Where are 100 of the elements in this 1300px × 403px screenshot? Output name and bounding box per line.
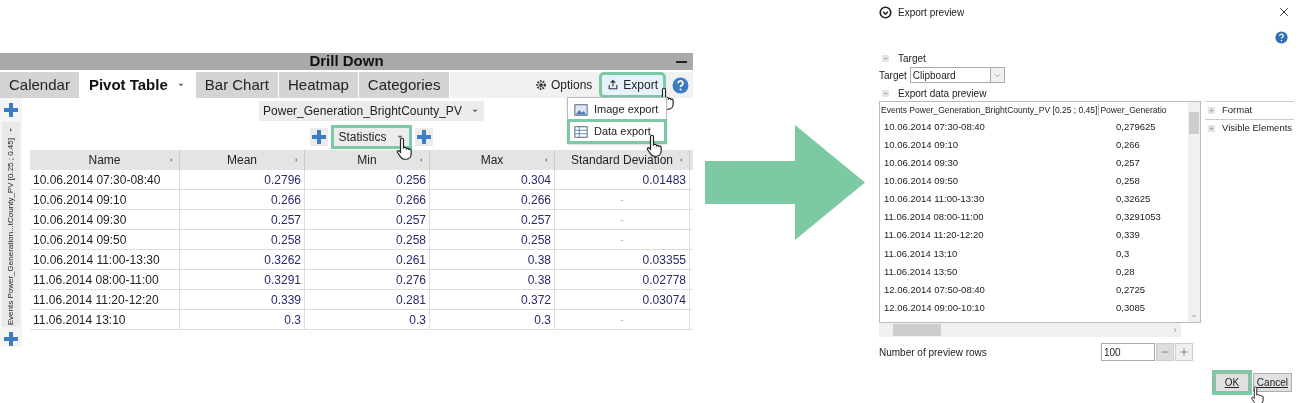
column-header[interactable]: Mean	[180, 150, 305, 170]
table-cell: 0.38	[430, 250, 555, 269]
circle-chevron-icon	[879, 5, 892, 19]
table-cell: 11.06.2014 08:00-11:00	[30, 270, 180, 289]
list-cell: 0,2725	[1116, 282, 1146, 297]
expand-icon	[1207, 106, 1216, 115]
table-cell: 0.304	[430, 170, 555, 189]
table-cell: 0.02778	[555, 270, 690, 289]
field-label: Number of preview rows	[879, 345, 987, 360]
plus-icon	[415, 129, 432, 145]
row-axis-label: Events Power_Generation...tCounty_PV [0.25 ; 0.45]	[7, 138, 15, 326]
decrement-button[interactable]	[1156, 343, 1174, 361]
expand-icon	[1207, 124, 1216, 133]
table-cell: 0.3291	[180, 270, 305, 289]
table-cell: 0.03074	[555, 290, 690, 309]
field-label: Target	[879, 68, 907, 83]
collapse-icon	[881, 53, 890, 63]
table-cell: 0.281	[305, 290, 430, 309]
section-header[interactable]: Visible Elements	[1205, 119, 1294, 137]
horizontal-scrollbar[interactable]	[879, 323, 1181, 337]
target-dropdown[interactable]: Clipboard	[909, 67, 1005, 83]
caret-icon	[7, 126, 15, 134]
collapse-icon	[881, 88, 890, 98]
list-cell-text: 0,279625	[1116, 119, 1156, 134]
table-cell: 0.339	[180, 290, 305, 309]
list-cell-text: 11.06.2014 13:10	[884, 246, 959, 261]
ok-button[interactable]: OK	[1214, 373, 1249, 392]
list-cell: 0,258	[1116, 174, 1140, 189]
plus-icon	[311, 129, 328, 145]
arrow-icon	[705, 125, 865, 240]
list-cell: 0,28	[1116, 264, 1135, 279]
plus-icon	[1179, 347, 1189, 357]
list-cell: 0,3291053	[1116, 210, 1161, 225]
list-cell-text: 12.06.2014 09:00-10:10	[884, 300, 986, 315]
table-cell: 0.01483	[555, 170, 690, 189]
share-icon	[607, 79, 620, 91]
plus-icon	[3, 331, 19, 348]
table-cell: 0.257	[305, 210, 430, 229]
section-header[interactable]: Format	[1205, 101, 1294, 119]
section-header[interactable]: Target	[898, 50, 926, 66]
list-cell-text: 10.06.2014 09:30	[884, 156, 959, 171]
table-cell: 0.3262	[180, 250, 305, 269]
list-cell-text: 10.06.2014 07:30-08:40	[884, 119, 986, 134]
table-cell: 10.06.2014 09:30	[30, 210, 180, 229]
cancel-button[interactable]: Cancel	[1252, 373, 1292, 392]
add-button[interactable]	[414, 128, 433, 146]
help-icon	[1275, 30, 1288, 44]
gear-icon	[534, 79, 547, 91]
table-cell: 11.06.2014 11:20-12:20	[30, 290, 180, 309]
table-cell: 0.276	[305, 270, 430, 289]
table-cell: 10.06.2014 09:10	[30, 190, 180, 209]
list-cell-text: 11.06.2014 08:00-11:00	[884, 210, 985, 225]
close-icon	[1278, 6, 1290, 18]
list-cell-text: 10.06.2014 11:00-13:30	[884, 192, 986, 207]
list-cell: 0,3	[1116, 246, 1130, 261]
list-cell-text: 12.06.2014 07:50-08:40	[884, 282, 986, 297]
table-cell: 10.06.2014 07:30-08:40	[30, 170, 180, 189]
minimize-icon[interactable]	[676, 61, 687, 63]
export-button[interactable]: Export	[602, 75, 663, 95]
table-cell: 0.38	[430, 270, 555, 289]
table-cell: 11.06.2014 13:10	[30, 310, 180, 329]
table-cell: 10.06.2014 09:50	[30, 230, 180, 249]
list-cell-text: 10.06.2014 09:10	[884, 138, 959, 152]
vertical-scrollbar[interactable]	[1188, 102, 1200, 322]
table-cell: 0.258	[430, 230, 555, 249]
tab[interactable]: Pivot Table	[79, 72, 196, 98]
column-header[interactable]: Name	[30, 150, 180, 170]
options-button[interactable]: Options	[530, 76, 597, 94]
scrollbar-thumb[interactable]	[1189, 112, 1199, 134]
list-cell: 0,32625	[1116, 192, 1151, 207]
column-field[interactable]: Power_Generation_BrightCounty_PV	[259, 101, 484, 121]
chevron-right-icon	[1171, 326, 1179, 334]
statistics-field[interactable]: Statistics	[334, 128, 409, 146]
menu-item[interactable]: Data export	[570, 122, 664, 141]
add-button[interactable]	[310, 128, 329, 146]
list-cell-text: 11.06.2014 13:50	[884, 264, 959, 279]
list-cell: 0,257	[1116, 156, 1140, 171]
close-button[interactable]	[1278, 6, 1290, 18]
section-header[interactable]: Export data preview	[898, 85, 987, 101]
increment-button[interactable]	[1175, 343, 1193, 361]
table-cell: -	[555, 190, 690, 209]
list-cell-text: 0,3085	[1116, 300, 1146, 315]
list-cell: 0,339	[1116, 228, 1140, 243]
column-header[interactable]: Min	[305, 150, 430, 170]
chevron-down-icon	[1190, 312, 1198, 320]
table-cell: 0.3	[180, 310, 305, 329]
menu-item[interactable]: Image export	[570, 100, 664, 119]
dialog-title: Export preview	[898, 5, 965, 20]
scrollbar-thumb[interactable]	[893, 324, 941, 336]
column-header[interactable]: Max	[430, 150, 555, 170]
table-cell: 0.261	[305, 250, 430, 269]
help-icon	[672, 76, 689, 94]
table-cell: 0.258	[180, 230, 305, 249]
table-cell: 0.266	[305, 190, 430, 209]
table-cell: 0.258	[305, 230, 430, 249]
number-field[interactable]: 100	[1101, 343, 1155, 361]
table-cell: 0.03355	[555, 250, 690, 269]
picture-icon	[574, 102, 588, 117]
table-cell: 0.266	[430, 190, 555, 209]
table-cell: 0.257	[430, 210, 555, 229]
